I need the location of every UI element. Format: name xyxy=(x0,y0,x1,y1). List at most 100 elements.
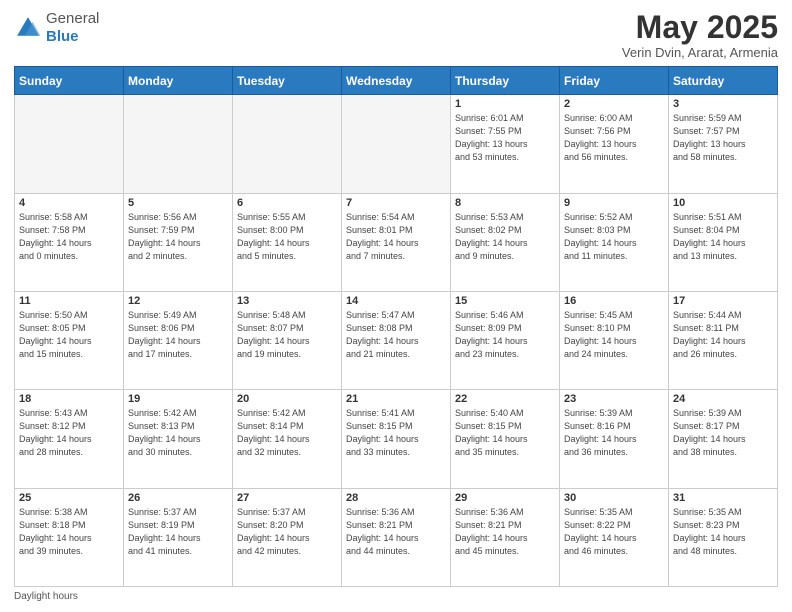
table-row: 8 Sunrise: 5:53 AM Sunset: 8:02 PM Daylig… xyxy=(451,193,560,291)
day-info: Sunrise: 5:59 AM Sunset: 7:57 PM Dayligh… xyxy=(673,112,773,164)
day-number: 2 xyxy=(564,98,664,110)
day-info: Sunrise: 5:45 AM Sunset: 8:10 PM Dayligh… xyxy=(564,309,664,361)
day-info: Sunrise: 5:42 AM Sunset: 8:14 PM Dayligh… xyxy=(237,407,337,459)
calendar-table: Sunday Monday Tuesday Wednesday Thursday… xyxy=(14,66,778,587)
day-number: 11 xyxy=(19,295,119,307)
col-monday: Monday xyxy=(124,67,233,95)
logo-general: General xyxy=(46,10,99,27)
day-info: Sunrise: 5:37 AM Sunset: 8:19 PM Dayligh… xyxy=(128,506,228,558)
day-number: 26 xyxy=(128,492,228,504)
table-row: 29 Sunrise: 5:36 AM Sunset: 8:21 PM Dayli… xyxy=(451,488,560,586)
table-row: 28 Sunrise: 5:36 AM Sunset: 8:21 PM Dayli… xyxy=(342,488,451,586)
table-row: 16 Sunrise: 5:45 AM Sunset: 8:10 PM Dayli… xyxy=(560,291,669,389)
day-info: Sunrise: 5:48 AM Sunset: 8:07 PM Dayligh… xyxy=(237,309,337,361)
subtitle: Verin Dvin, Ararat, Armenia xyxy=(622,45,778,60)
table-row: 2 Sunrise: 6:00 AM Sunset: 7:56 PM Daylig… xyxy=(560,95,669,193)
header: General Blue May 2025 Verin Dvin, Ararat… xyxy=(14,10,778,60)
day-number: 6 xyxy=(237,197,337,209)
day-number: 27 xyxy=(237,492,337,504)
col-tuesday: Tuesday xyxy=(233,67,342,95)
day-number: 7 xyxy=(346,197,446,209)
table-row: 27Sunrise: 5:37 AM Sunset: 8:20 PM Dayli… xyxy=(233,488,342,586)
day-number: 30 xyxy=(564,492,664,504)
day-info: Sunrise: 5:53 AM Sunset: 8:02 PM Dayligh… xyxy=(455,211,555,263)
calendar-week-3: 11 Sunrise: 5:50 AM Sunset: 8:05 PM Dayli… xyxy=(15,291,778,389)
day-info: Sunrise: 5:36 AM Sunset: 8:21 PM Dayligh… xyxy=(346,506,446,558)
day-info: Sunrise: 5:41 AM Sunset: 8:15 PM Dayligh… xyxy=(346,407,446,459)
day-info: Sunrise: 6:00 AM Sunset: 7:56 PM Dayligh… xyxy=(564,112,664,164)
col-saturday: Saturday xyxy=(669,67,778,95)
table-row xyxy=(233,95,342,193)
day-number: 18 xyxy=(19,393,119,405)
title-block: May 2025 Verin Dvin, Ararat, Armenia xyxy=(622,10,778,60)
day-number: 15 xyxy=(455,295,555,307)
table-row: 24Sunrise: 5:39 AM Sunset: 8:17 PM Dayli… xyxy=(669,390,778,488)
day-number: 14 xyxy=(346,295,446,307)
col-sunday: Sunday xyxy=(15,67,124,95)
table-row: 26 Sunrise: 5:37 AM Sunset: 8:19 PM Dayli… xyxy=(124,488,233,586)
day-info: Sunrise: 5:46 AM Sunset: 8:09 PM Dayligh… xyxy=(455,309,555,361)
day-info: Sunrise: 5:51 AM Sunset: 8:04 PM Dayligh… xyxy=(673,211,773,263)
day-info: Sunrise: 5:44 AM Sunset: 8:11 PM Dayligh… xyxy=(673,309,773,361)
day-number: 10 xyxy=(673,197,773,209)
table-row: 9 Sunrise: 5:52 AM Sunset: 8:03 PM Daylig… xyxy=(560,193,669,291)
day-info: Sunrise: 5:35 AM Sunset: 8:22 PM Dayligh… xyxy=(564,506,664,558)
page: General Blue May 2025 Verin Dvin, Ararat… xyxy=(0,0,792,612)
day-info: Sunrise: 5:50 AM Sunset: 8:05 PM Dayligh… xyxy=(19,309,119,361)
daylight-label: Daylight hours xyxy=(14,591,78,602)
day-number: 8 xyxy=(455,197,555,209)
table-row: 6Sunrise: 5:55 AM Sunset: 8:00 PM Daylig… xyxy=(233,193,342,291)
day-number: 5 xyxy=(128,197,228,209)
day-info: Sunrise: 5:47 AM Sunset: 8:08 PM Dayligh… xyxy=(346,309,446,361)
table-row: 19 Sunrise: 5:42 AM Sunset: 8:13 PM Dayli… xyxy=(124,390,233,488)
logo: General Blue xyxy=(14,10,99,46)
table-row xyxy=(342,95,451,193)
calendar-week-4: 18 Sunrise: 5:43 AM Sunset: 8:12 PM Dayli… xyxy=(15,390,778,488)
day-number: 9 xyxy=(564,197,664,209)
logo-icon xyxy=(14,14,42,42)
table-row: 12Sunrise: 5:49 AM Sunset: 8:06 PM Dayli… xyxy=(124,291,233,389)
table-row: 7Sunrise: 5:54 AM Sunset: 8:01 PM Daylig… xyxy=(342,193,451,291)
col-wednesday: Wednesday xyxy=(342,67,451,95)
table-row: 21Sunrise: 5:41 AM Sunset: 8:15 PM Dayli… xyxy=(342,390,451,488)
day-info: Sunrise: 6:01 AM Sunset: 7:55 PM Dayligh… xyxy=(455,112,555,164)
day-number: 19 xyxy=(128,393,228,405)
day-number: 1 xyxy=(455,98,555,110)
table-row: 23 Sunrise: 5:39 AM Sunset: 8:16 PM Dayli… xyxy=(560,390,669,488)
day-number: 23 xyxy=(564,393,664,405)
logo-blue: Blue xyxy=(46,28,79,45)
calendar-week-1: 1 Sunrise: 6:01 AM Sunset: 7:55 PM Daylig… xyxy=(15,95,778,193)
day-number: 20 xyxy=(237,393,337,405)
day-number: 17 xyxy=(673,295,773,307)
day-number: 12 xyxy=(128,295,228,307)
table-row: 31Sunrise: 5:35 AM Sunset: 8:23 PM Dayli… xyxy=(669,488,778,586)
day-info: Sunrise: 5:56 AM Sunset: 7:59 PM Dayligh… xyxy=(128,211,228,263)
day-info: Sunrise: 5:36 AM Sunset: 8:21 PM Dayligh… xyxy=(455,506,555,558)
logo-text: General Blue xyxy=(46,10,99,46)
day-number: 13 xyxy=(237,295,337,307)
day-info: Sunrise: 5:42 AM Sunset: 8:13 PM Dayligh… xyxy=(128,407,228,459)
day-number: 3 xyxy=(673,98,773,110)
table-row xyxy=(124,95,233,193)
day-info: Sunrise: 5:52 AM Sunset: 8:03 PM Dayligh… xyxy=(564,211,664,263)
day-info: Sunrise: 5:38 AM Sunset: 8:18 PM Dayligh… xyxy=(19,506,119,558)
col-friday: Friday xyxy=(560,67,669,95)
table-row xyxy=(15,95,124,193)
footer-note: Daylight hours xyxy=(14,591,778,602)
table-row: 4Sunrise: 5:58 AM Sunset: 7:58 PM Daylig… xyxy=(15,193,124,291)
day-info: Sunrise: 5:58 AM Sunset: 7:58 PM Dayligh… xyxy=(19,211,119,263)
col-thursday: Thursday xyxy=(451,67,560,95)
day-info: Sunrise: 5:43 AM Sunset: 8:12 PM Dayligh… xyxy=(19,407,119,459)
table-row: 30 Sunrise: 5:35 AM Sunset: 8:22 PM Dayli… xyxy=(560,488,669,586)
day-info: Sunrise: 5:39 AM Sunset: 8:16 PM Dayligh… xyxy=(564,407,664,459)
month-title: May 2025 xyxy=(622,10,778,45)
table-row: 13 Sunrise: 5:48 AM Sunset: 8:07 PM Dayli… xyxy=(233,291,342,389)
table-row: 1 Sunrise: 6:01 AM Sunset: 7:55 PM Daylig… xyxy=(451,95,560,193)
table-row: 25Sunrise: 5:38 AM Sunset: 8:18 PM Dayli… xyxy=(15,488,124,586)
day-number: 28 xyxy=(346,492,446,504)
day-number: 16 xyxy=(564,295,664,307)
table-row: 11 Sunrise: 5:50 AM Sunset: 8:05 PM Dayli… xyxy=(15,291,124,389)
calendar-week-5: 25Sunrise: 5:38 AM Sunset: 8:18 PM Dayli… xyxy=(15,488,778,586)
day-number: 22 xyxy=(455,393,555,405)
day-number: 29 xyxy=(455,492,555,504)
